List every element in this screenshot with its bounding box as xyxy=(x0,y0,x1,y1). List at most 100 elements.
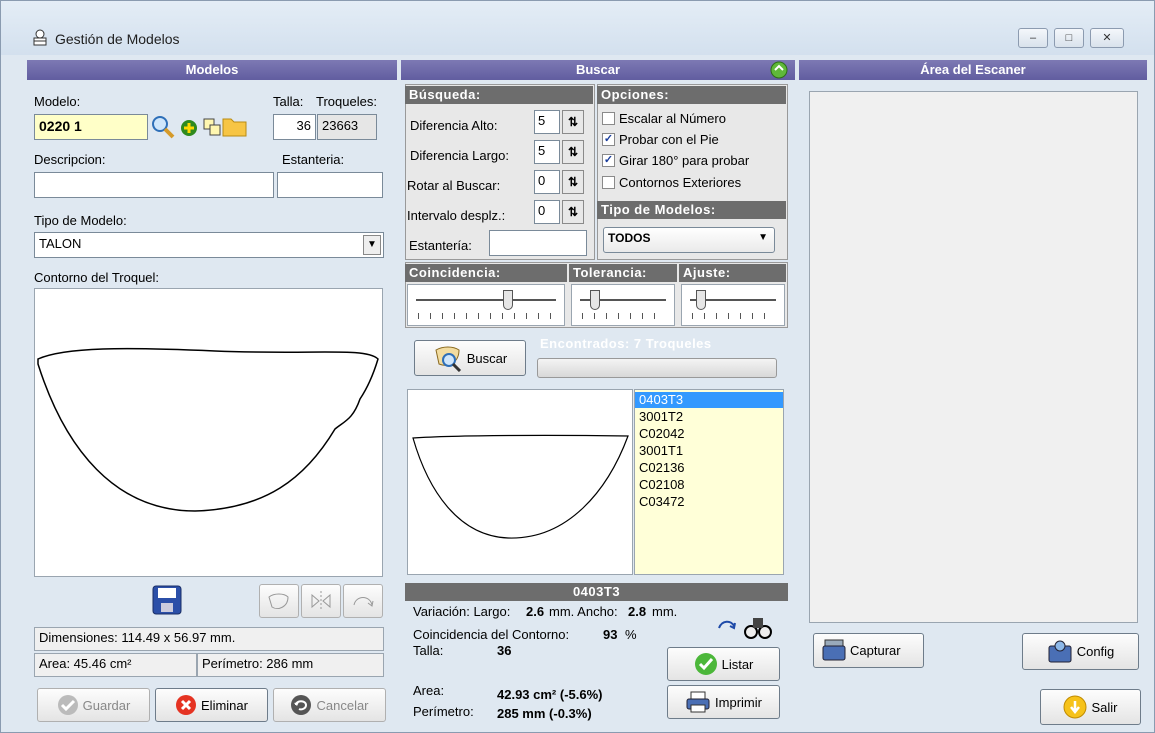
outline-button-3[interactable] xyxy=(343,584,383,618)
window-title: Gestión de Modelos xyxy=(55,31,180,47)
save-disk-icon[interactable] xyxy=(152,585,182,615)
descripcion-input[interactable] xyxy=(34,172,274,198)
checkbox-girar[interactable]: ✓ xyxy=(602,154,615,167)
perimetro-info: Perímetro: 286 mm xyxy=(197,653,384,677)
results-list[interactable]: 0403T3 3001T2 C02042 3001T1 C02136 C0210… xyxy=(634,389,784,575)
intervalo-value[interactable]: 0 xyxy=(534,200,560,224)
binoculars-icon[interactable] xyxy=(743,614,773,640)
config-icon xyxy=(1048,640,1072,662)
dif-largo-value[interactable]: 5 xyxy=(534,140,560,164)
spin-arrows-icon[interactable]: ⇅ xyxy=(562,170,584,194)
busqueda-head: Búsqueda: xyxy=(405,86,593,104)
list-item[interactable]: 3001T1 xyxy=(635,443,783,459)
checkbox-escalar[interactable] xyxy=(602,112,615,125)
imprimir-label: Imprimir xyxy=(715,694,762,710)
rotar-label: Rotar al Buscar: xyxy=(407,178,501,193)
delete-icon xyxy=(176,695,197,715)
check-icon xyxy=(694,653,717,675)
chevron-down-icon[interactable]: ▼ xyxy=(758,232,768,243)
tipo-modelos-select[interactable]: TODOS ▼ xyxy=(603,227,775,253)
maximize-button[interactable]: □ xyxy=(1054,28,1084,48)
variacion-ancho: 2.8 xyxy=(628,604,647,619)
buscar-header: Buscar xyxy=(401,60,795,80)
salir-button[interactable]: Salir xyxy=(1040,689,1141,725)
close-button[interactable]: ✕ xyxy=(1090,28,1124,48)
troqueles-label: Troqueles: xyxy=(316,94,377,109)
listar-button[interactable]: Listar xyxy=(667,647,780,681)
rotate-icon xyxy=(353,597,374,607)
coincidencia-slider[interactable] xyxy=(407,284,565,326)
variacion-label: Variación: Largo: xyxy=(413,604,511,619)
modelo-input[interactable]: 0220 1 xyxy=(34,114,148,140)
list-item[interactable]: C03472 xyxy=(635,494,783,510)
rotar-spinner[interactable]: 0 ⇅ xyxy=(534,170,586,194)
copy-icon[interactable] xyxy=(203,118,221,136)
opt-escalar[interactable]: Escalar al Número xyxy=(602,111,726,126)
list-item[interactable]: 3001T2 xyxy=(635,409,783,425)
contour-edit-icon xyxy=(268,593,289,610)
capturar-button[interactable]: Capturar xyxy=(813,633,924,668)
listar-label: Listar xyxy=(721,656,754,672)
outline-button-1[interactable] xyxy=(259,584,299,618)
cancelar-button[interactable]: Cancelar xyxy=(273,688,386,722)
checkbox-probar[interactable]: ✓ xyxy=(602,133,615,146)
slider-thumb[interactable] xyxy=(590,290,600,310)
perimetro-detail-value: 285 mm (-0.3%) xyxy=(497,706,592,721)
opt-girar[interactable]: ✓ Girar 180° para probar xyxy=(602,153,749,168)
intervalo-spinner[interactable]: 0 ⇅ xyxy=(534,200,586,224)
tipo-modelo-select[interactable]: TALON ▼ xyxy=(34,232,384,258)
list-item[interactable]: 0403T3 xyxy=(635,392,783,408)
coincidencia-head: Coincidencia: xyxy=(405,264,567,282)
eliminar-button[interactable]: Eliminar xyxy=(155,688,268,722)
ajuste-slider[interactable] xyxy=(681,284,785,326)
search-progress-bar xyxy=(537,358,777,378)
dif-largo-spinner[interactable]: 5 ⇅ xyxy=(534,140,586,164)
slider-thumb[interactable] xyxy=(696,290,706,310)
spin-arrows-icon[interactable]: ⇅ xyxy=(562,200,584,224)
outline-button-2[interactable] xyxy=(301,584,341,618)
chevron-down-icon[interactable]: ▼ xyxy=(363,235,381,255)
estanteria-input[interactable] xyxy=(277,172,383,198)
estanteria-search-input[interactable] xyxy=(489,230,587,256)
dif-alto-spinner[interactable]: 5 ⇅ xyxy=(534,110,586,134)
search-icon[interactable] xyxy=(151,115,175,139)
add-icon[interactable] xyxy=(179,118,199,138)
coincidencia-contorno-label: Coincidencia del Contorno: xyxy=(413,627,570,642)
result-preview xyxy=(407,389,633,575)
talla-label: Talla: xyxy=(273,94,304,109)
scanner-icon xyxy=(822,639,846,660)
area-detail-value: 42.93 cm² (-5.6%) xyxy=(497,687,603,702)
buscar-header-label: Buscar xyxy=(575,62,621,77)
opt-probar[interactable]: ✓ Probar con el Pie xyxy=(602,132,719,147)
slider-thumb[interactable] xyxy=(503,290,513,310)
list-item[interactable]: C02136 xyxy=(635,460,783,476)
list-item[interactable]: C02042 xyxy=(635,426,783,442)
title-bar: Gestión de Modelos – □ ✕ xyxy=(1,1,1154,55)
dif-alto-value[interactable]: 5 xyxy=(534,110,560,134)
talla-input[interactable]: 36 xyxy=(273,114,316,140)
folder-icon[interactable] xyxy=(222,115,248,137)
imprimir-button[interactable]: Imprimir xyxy=(667,685,780,719)
tolerancia-slider[interactable] xyxy=(571,284,675,326)
rotar-value[interactable]: 0 xyxy=(534,170,560,194)
pct-label: % xyxy=(625,627,637,642)
estanteria-search-label: Estantería: xyxy=(409,238,472,253)
refresh-icon[interactable] xyxy=(765,60,793,80)
guardar-button[interactable]: Guardar xyxy=(37,688,150,722)
buscar-button[interactable]: Buscar xyxy=(414,340,526,376)
rotate-arrow-icon[interactable] xyxy=(717,618,737,632)
spin-arrows-icon[interactable]: ⇅ xyxy=(562,140,584,164)
config-button[interactable]: Config xyxy=(1022,633,1139,670)
talla-detail-value: 36 xyxy=(497,643,512,658)
opt-contornos[interactable]: Contornos Exteriores xyxy=(602,175,741,190)
dif-largo-label: Diferencia Largo: xyxy=(410,148,509,163)
checkbox-contornos[interactable] xyxy=(602,176,615,189)
list-item[interactable]: C02108 xyxy=(635,477,783,493)
detail-title: 0403T3 xyxy=(405,583,788,601)
minimize-button[interactable]: – xyxy=(1018,28,1048,48)
spin-arrows-icon[interactable]: ⇅ xyxy=(562,110,584,134)
undo-icon xyxy=(291,695,312,715)
opt-girar-label: Girar 180° para probar xyxy=(619,153,750,168)
search-contour-icon xyxy=(435,346,461,372)
contorno-label: Contorno del Troquel: xyxy=(34,270,160,285)
